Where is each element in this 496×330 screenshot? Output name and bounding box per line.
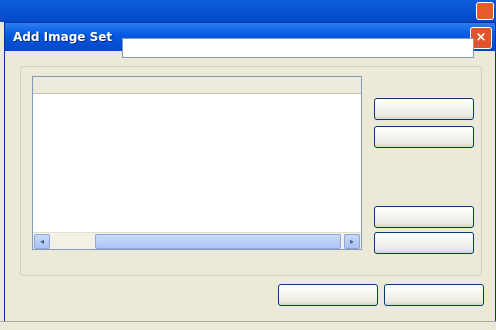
name-input[interactable] bbox=[122, 38, 474, 58]
list-rows bbox=[37, 99, 357, 179]
dialog-title: Add Image Set bbox=[13, 30, 113, 44]
side-button-2[interactable] bbox=[374, 126, 474, 148]
side-button-4[interactable] bbox=[374, 232, 474, 254]
side-button-3[interactable] bbox=[374, 206, 474, 228]
ok-button[interactable] bbox=[278, 284, 378, 306]
background-close-icon[interactable] bbox=[476, 2, 494, 20]
scroll-left-arrow-icon[interactable]: ◂ bbox=[34, 234, 50, 249]
background-titlebar bbox=[0, 0, 496, 22]
scroll-thumb[interactable] bbox=[95, 234, 341, 249]
scroll-right-arrow-icon[interactable]: ▸ bbox=[344, 234, 360, 249]
side-button-1[interactable] bbox=[374, 98, 474, 120]
list-column-header[interactable] bbox=[33, 77, 361, 94]
status-bar bbox=[0, 321, 496, 330]
list-item[interactable] bbox=[37, 131, 357, 147]
list-item[interactable] bbox=[37, 147, 357, 163]
list-item[interactable] bbox=[37, 115, 357, 131]
list-item[interactable] bbox=[37, 99, 357, 115]
cancel-button[interactable] bbox=[384, 284, 484, 306]
list-item[interactable] bbox=[37, 163, 357, 179]
horizontal-scrollbar[interactable]: ◂ ▸ bbox=[33, 232, 361, 249]
image-list[interactable]: ◂ ▸ bbox=[32, 76, 362, 250]
